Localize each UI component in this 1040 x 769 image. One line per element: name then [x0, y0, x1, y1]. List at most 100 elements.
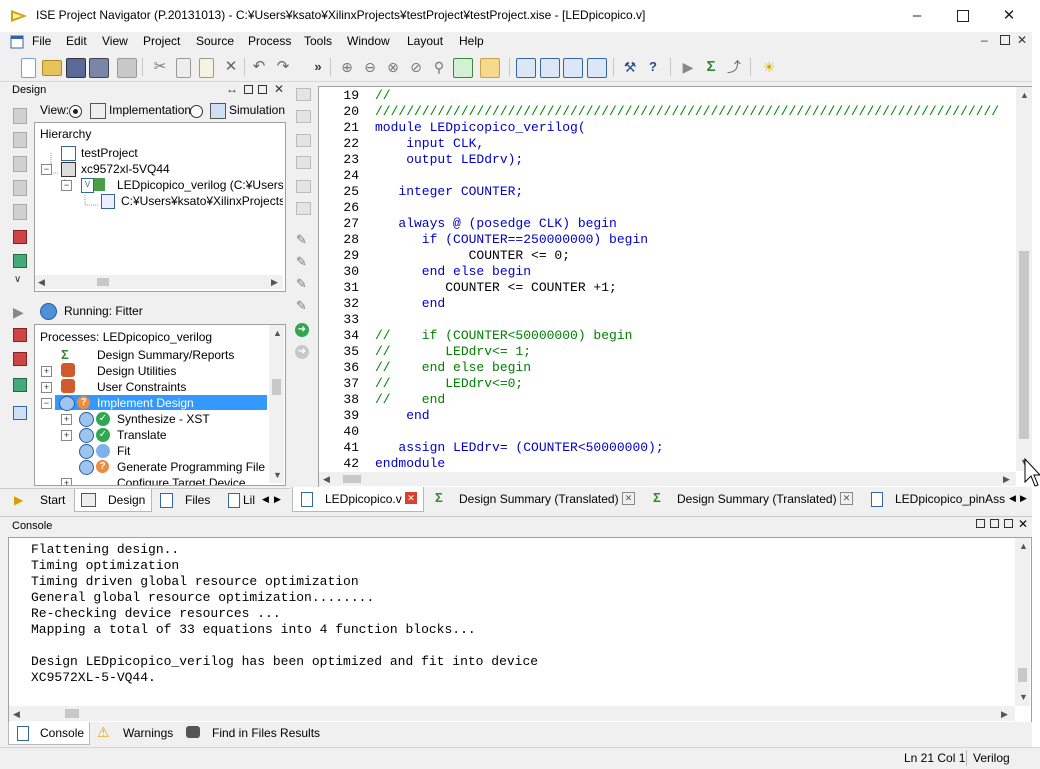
- copy-icon[interactable]: [176, 58, 191, 78]
- implementation-radio[interactable]: [69, 105, 82, 118]
- lightbulb-icon[interactable]: ☀: [760, 58, 778, 76]
- menu-help[interactable]: Help: [459, 34, 484, 48]
- telescope-icon[interactable]: ⤴: [725, 58, 743, 76]
- process-item[interactable]: Synthesize - XST: [117, 412, 210, 426]
- process-item[interactable]: Design Utilities: [97, 364, 176, 378]
- menu-source[interactable]: Source: [196, 34, 234, 48]
- close-button[interactable]: ✕: [986, 0, 1032, 32]
- tabs-right-arrow[interactable]: ▶: [1020, 493, 1027, 504]
- tab-find-in-files[interactable]: Find in Files Results: [212, 726, 320, 740]
- panel-restore-icon[interactable]: [258, 85, 267, 94]
- tab-ledpicopico-active[interactable]: LEDpicopico.v ✕: [292, 487, 424, 512]
- tile-horizontal-icon[interactable]: [540, 58, 560, 78]
- tab-design-active[interactable]: Design: [74, 489, 152, 512]
- new-file-icon[interactable]: [21, 58, 36, 78]
- refresh-icon[interactable]: [453, 58, 473, 78]
- menu-edit[interactable]: Edit: [66, 34, 87, 48]
- stop-icon[interactable]: [13, 378, 27, 392]
- float-window-icon[interactable]: [587, 58, 607, 78]
- close-tab-icon[interactable]: ✕: [622, 492, 635, 505]
- code-editor[interactable]: 19 // 20 /////////////////////////////////…: [318, 86, 1034, 488]
- editor-vscrollbar[interactable]: ▲ ▼: [1016, 87, 1032, 471]
- process-item[interactable]: Configure Target Device: [117, 476, 246, 485]
- menu-project[interactable]: Project: [143, 34, 180, 48]
- hscroll-thumb[interactable]: [97, 278, 109, 286]
- simulation-radio[interactable]: [190, 105, 203, 118]
- tab-console-active[interactable]: Console: [8, 722, 90, 745]
- tabs-left-arrow[interactable]: ◀: [262, 494, 269, 505]
- hierarchy-hscrollbar[interactable]: ◀ ▶: [35, 275, 283, 289]
- zoom-out-icon[interactable]: ⊖: [361, 58, 379, 76]
- tabs-right-arrow[interactable]: ▶: [274, 494, 281, 505]
- tree-item-project[interactable]: testProject: [81, 146, 138, 160]
- bookmark-icon[interactable]: ✎: [296, 232, 307, 248]
- tabs-left-arrow[interactable]: ◀: [1009, 493, 1016, 504]
- panel-maximize-icon[interactable]: [976, 519, 985, 528]
- run-icon[interactable]: ▶: [679, 58, 697, 76]
- open-source-icon[interactable]: [13, 204, 27, 220]
- console-output[interactable]: Flattening design.. Timing optimization …: [8, 537, 1032, 723]
- chip-icon[interactable]: [13, 230, 27, 244]
- menu-window[interactable]: Window: [347, 34, 390, 48]
- minimize-button[interactable]: –: [894, 0, 940, 32]
- cascade-icon[interactable]: [516, 58, 536, 78]
- indent-icon[interactable]: [296, 88, 311, 101]
- tab-files[interactable]: Files: [185, 493, 210, 507]
- save-all-icon[interactable]: [89, 58, 109, 78]
- expand-icon[interactable]: +: [41, 382, 52, 393]
- console-hscrollbar[interactable]: ◀ ▶: [9, 706, 1015, 721]
- prev-bookmark-icon[interactable]: ✎: [296, 276, 307, 292]
- properties-icon[interactable]: ⚒: [621, 58, 639, 76]
- more-tools-icon[interactable]: ∨: [14, 274, 21, 285]
- menu-process[interactable]: Process: [248, 34, 291, 48]
- view-implementation-label[interactable]: Implementation: [109, 103, 191, 117]
- find-icon[interactable]: [296, 180, 311, 193]
- editor-hscrollbar[interactable]: ◀ ▶: [319, 472, 1016, 486]
- help-pointer-icon[interactable]: ?: [644, 58, 662, 76]
- menu-tools[interactable]: Tools: [304, 34, 332, 48]
- add-source-icon[interactable]: [13, 108, 27, 124]
- goto-icon[interactable]: [296, 202, 311, 215]
- hscroll-thumb[interactable]: [65, 709, 79, 718]
- process-item[interactable]: Translate: [117, 428, 167, 442]
- view-simulation-label[interactable]: Simulation: [229, 103, 285, 117]
- cut-icon[interactable]: ✂: [151, 58, 169, 76]
- close-tab-icon[interactable]: ✕: [840, 492, 853, 505]
- redo-icon[interactable]: ↷: [274, 58, 292, 76]
- expand-icon[interactable]: +: [61, 478, 72, 485]
- next-bookmark-icon[interactable]: ✎: [296, 254, 307, 270]
- mdi-restore-button[interactable]: [1000, 35, 1010, 45]
- expand-icon[interactable]: +: [41, 366, 52, 377]
- tile-vertical-icon[interactable]: [563, 58, 583, 78]
- highlight-icon[interactable]: [480, 58, 500, 78]
- add-copy-source-icon[interactable]: [13, 132, 27, 148]
- unindent-icon[interactable]: [296, 110, 311, 123]
- go-forward-icon[interactable]: ➜: [295, 323, 309, 337]
- panel-close-icon[interactable]: ✕: [274, 82, 284, 96]
- zoom-in-icon[interactable]: ⊕: [338, 58, 356, 76]
- tree-item-ucf[interactable]: C:¥Users¥ksato¥XilinxProjects¥t: [121, 194, 283, 208]
- code-area[interactable]: 19 // 20 /////////////////////////////////…: [319, 88, 1015, 472]
- design-summary-icon[interactable]: Σ: [702, 58, 720, 76]
- process-item[interactable]: User Constraints: [97, 380, 186, 394]
- menu-file[interactable]: File: [32, 34, 51, 48]
- menu-view[interactable]: View: [102, 34, 128, 48]
- expand-icon[interactable]: +: [61, 430, 72, 441]
- panel-float-icon[interactable]: [1004, 519, 1013, 528]
- close-tab-icon[interactable]: ✕: [405, 492, 417, 504]
- panel-restore-icon[interactable]: [990, 519, 999, 528]
- process-item[interactable]: Generate Programming File: [117, 460, 265, 474]
- save-icon[interactable]: [66, 58, 86, 78]
- rerun-icon[interactable]: [13, 328, 27, 342]
- tab-start[interactable]: Start: [40, 493, 65, 507]
- run-process-icon[interactable]: ▶: [13, 304, 24, 321]
- tab-warnings[interactable]: Warnings: [123, 726, 173, 740]
- vscroll-thumb[interactable]: [1019, 251, 1029, 439]
- comment-icon[interactable]: [296, 134, 311, 147]
- process-item-selected[interactable]: Implement Design: [97, 396, 194, 410]
- tab-pin-assign[interactable]: LEDpicopico_pinAssi: [895, 492, 1005, 506]
- check-icon[interactable]: [13, 254, 27, 268]
- uncomment-icon[interactable]: [296, 156, 311, 169]
- print-icon[interactable]: [117, 58, 137, 78]
- process-item[interactable]: Design Summary/Reports: [97, 348, 234, 362]
